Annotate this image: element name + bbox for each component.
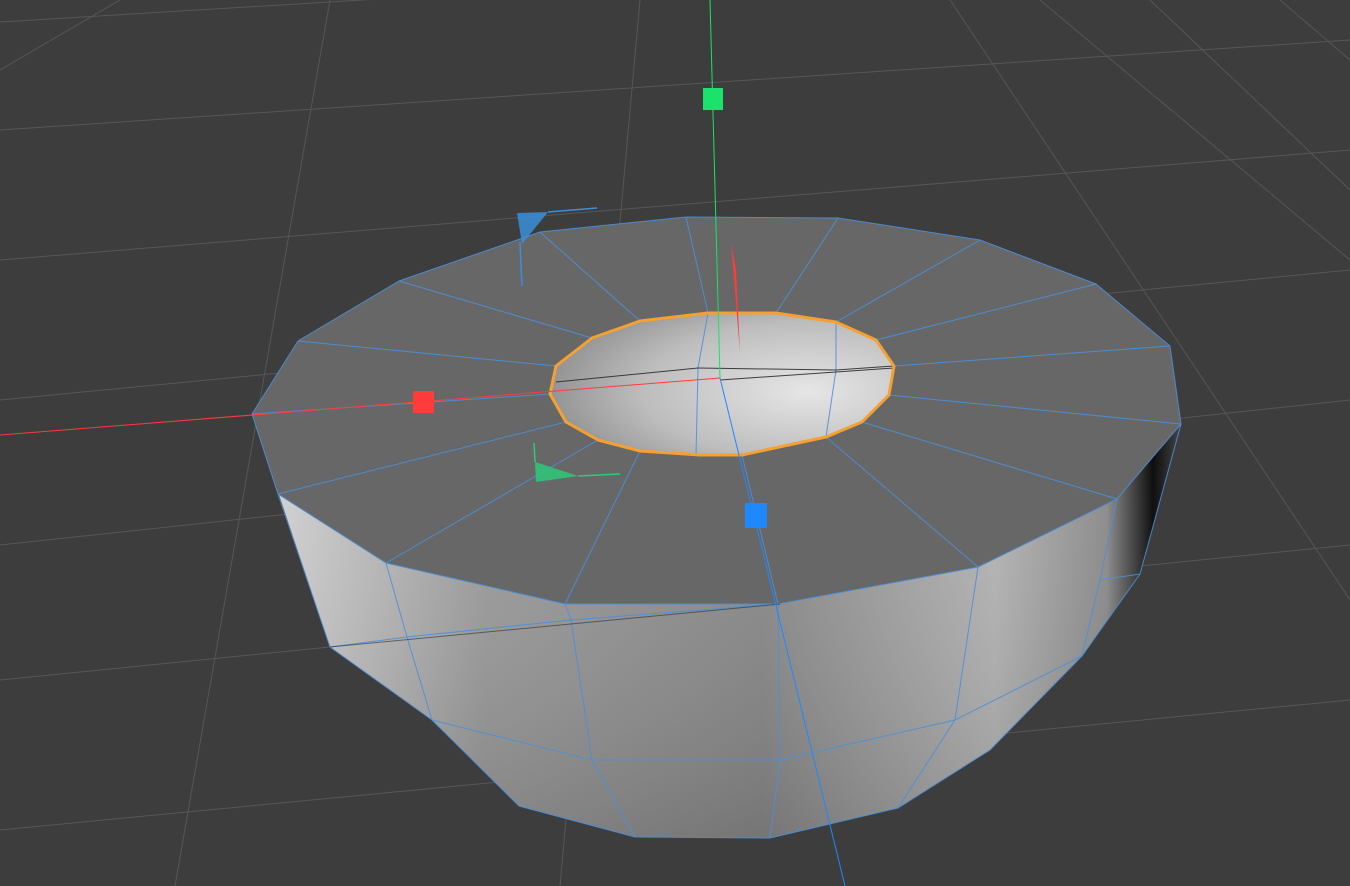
y-axis-handle[interactable] bbox=[703, 88, 723, 110]
z-axis-handle[interactable] bbox=[745, 503, 767, 528]
x-axis-handle[interactable] bbox=[413, 391, 434, 413]
3d-viewport[interactable] bbox=[0, 0, 1350, 886]
grid-line bbox=[0, 0, 371, 23]
grid-line bbox=[1039, 0, 1350, 261]
grid-line bbox=[0, 0, 121, 71]
grid-line bbox=[1149, 0, 1350, 191]
grid-line bbox=[1279, 0, 1350, 61]
viewport-canvas[interactable] bbox=[0, 0, 1350, 886]
grid-line bbox=[0, 39, 1350, 131]
